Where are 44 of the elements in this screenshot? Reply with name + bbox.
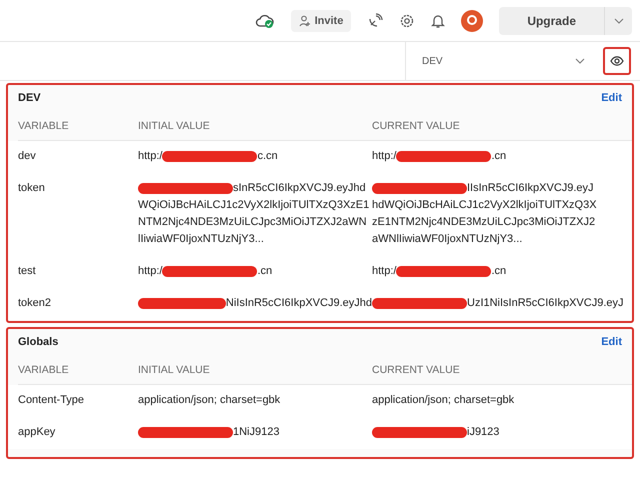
value-text: http:/ (138, 149, 162, 164)
value-text: aWNlIiwiaWF0IjoxNTUzNjY3... (372, 232, 524, 247)
variable-name: appKey (18, 426, 56, 438)
value-text: zE1NTM2Njc4NDE3MzUiLCJpc3MiOiJTZXJ2 (372, 215, 596, 230)
invite-button[interactable]: Invite (290, 10, 352, 32)
value-text: .cn (491, 264, 506, 279)
value-text: iJ9123 (467, 425, 500, 440)
value-text: http:/ (138, 264, 162, 279)
environment-select[interactable]: DEV (405, 42, 595, 80)
edit-link[interactable]: Edit (601, 92, 622, 104)
bell-icon[interactable] (431, 12, 446, 28)
variable-name: Content-Type (18, 394, 84, 406)
variable-name: test (18, 265, 36, 277)
avatar-icon[interactable] (461, 10, 484, 32)
value-text: WQiOiJBcHAiLCJ1c2VyX2lkIjoiTUlTXzQ3XzE1 (138, 198, 370, 213)
value-text: 1NiJ9123 (233, 425, 280, 440)
value-text: application/json; charset=gbk (138, 393, 280, 408)
caret-icon (614, 18, 624, 24)
edit-link[interactable]: Edit (601, 336, 622, 348)
add-person-icon (298, 14, 311, 26)
eye-icon (610, 56, 624, 66)
value-text: .cn (491, 149, 506, 164)
value-text: application/json; charset=gbk (372, 393, 514, 408)
satellite-icon[interactable] (367, 12, 384, 28)
variable-name: token (18, 182, 45, 194)
caret-icon (575, 58, 585, 64)
value-text: NTM2Njc4NDE3MzUiLCJpc3MiOiJTZXJ2aWN (138, 215, 368, 230)
cloud-check-icon[interactable] (254, 12, 275, 28)
value-text: c.cn (257, 149, 278, 164)
value-text: sInR5cCI6IkpXVCJ9.eyJhd (233, 181, 366, 196)
value-text: hdWQiOiJBcHAiLCJ1c2VyX2lkIjoiTUlTXzQ3X (372, 198, 598, 213)
section-title: DEV (18, 92, 41, 104)
value-text: lIiwiaWF0IjoxNTUzNjY3... (138, 232, 265, 247)
value-text: .cn (257, 264, 272, 279)
value-text: http:/ (372, 149, 396, 164)
variable-name: token2 (18, 297, 52, 309)
variable-name: dev (18, 150, 36, 162)
section-title: Globals (18, 336, 58, 348)
value-text: http:/ (372, 264, 396, 279)
settings-icon[interactable] (399, 12, 416, 28)
value-text: IIsInR5cCI6IkpXVCJ9.eyJ (467, 181, 594, 196)
eye-button[interactable] (603, 47, 631, 75)
value-text: NiIsInR5cCI6IkpXVCJ9.eyJhd (226, 296, 372, 311)
value-text: UzI1NiIsInR5cCI6IkpXVCJ9.eyJ (467, 296, 624, 311)
